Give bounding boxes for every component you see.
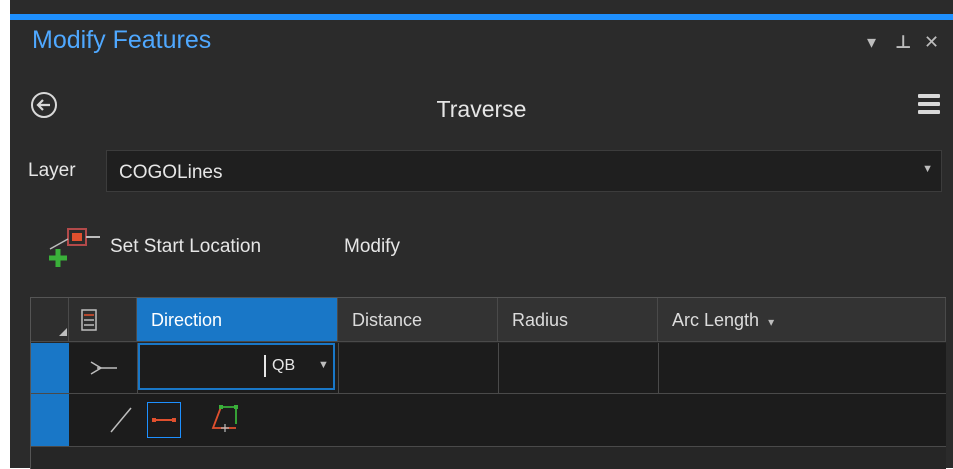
arc-length-menu-icon[interactable]: ▾: [768, 315, 774, 329]
row-selector[interactable]: [31, 394, 69, 446]
column-header-direction[interactable]: Direction: [137, 298, 338, 342]
pane-accent-bar: [10, 14, 953, 20]
hamburger-menu-icon[interactable]: [918, 94, 940, 116]
column-chooser-icon[interactable]: [69, 298, 137, 342]
pane-options-dropdown-icon[interactable]: ▾: [867, 22, 876, 62]
closing-polygon-icon[interactable]: [209, 404, 241, 436]
column-header-radius[interactable]: Radius: [498, 298, 658, 342]
grid-corner: [31, 298, 69, 342]
direction-input[interactable]: [142, 347, 264, 388]
set-start-location-button[interactable]: Set Start Location: [110, 236, 261, 258]
radius-cell[interactable]: [499, 343, 657, 393]
corner-triangle-icon: [59, 328, 67, 336]
tool-title: Traverse: [436, 96, 527, 122]
layer-dropdown[interactable]: COGOLines ▼: [106, 150, 942, 192]
modify-button[interactable]: Modify: [344, 236, 400, 258]
close-icon[interactable]: ✕: [924, 22, 939, 62]
table-row: QB ▼: [31, 343, 946, 394]
set-start-location-icon[interactable]: [46, 225, 102, 273]
chevron-down-icon: ▼: [922, 163, 933, 175]
chevron-down-icon[interactable]: ▼: [318, 359, 329, 371]
layer-label: Layer: [28, 160, 76, 181]
line-segment-icon: [152, 418, 176, 422]
column-header-arc-length[interactable]: Arc Length ▾: [658, 298, 946, 342]
layer-dropdown-value: COGOLines: [119, 162, 223, 183]
column-header-distance[interactable]: Distance: [338, 298, 498, 342]
arc-length-cell[interactable]: [659, 343, 945, 393]
traverse-segment-icon: [90, 361, 117, 375]
direction-unit-dropdown[interactable]: QB: [272, 357, 295, 375]
arc-length-label: Arc Length: [672, 310, 760, 330]
modify-features-pane: Modify Features ▾ ⊥ ✕ Traverse Layer COG…: [10, 0, 953, 469]
column-options-cell[interactable]: [69, 298, 137, 342]
direction-cell[interactable]: QB ▼: [138, 343, 335, 390]
straight-line-icon[interactable]: [109, 406, 133, 434]
row-selector[interactable]: [31, 343, 69, 393]
pane-title: Modify Features: [32, 26, 212, 54]
text-cursor: [264, 355, 266, 377]
pin-icon[interactable]: ⊥: [895, 22, 911, 62]
line-segment-tool[interactable]: [147, 402, 181, 438]
segment-type-row: [31, 394, 946, 447]
distance-cell[interactable]: [339, 343, 497, 393]
traverse-grid: Direction Distance Radius Arc Length ▾ Q…: [30, 297, 946, 469]
